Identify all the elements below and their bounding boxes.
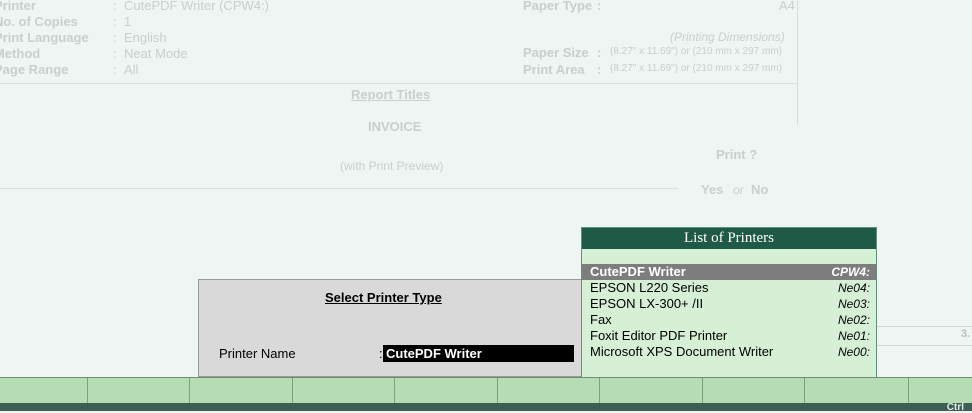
printer-list-popup: List of Printers CutePDF Writer CPW4: EP… — [581, 227, 877, 378]
function-key-button[interactable] — [293, 378, 395, 404]
print-area-value: (8.27" x 11.69") or (210 mm x 297 mm) — [610, 63, 782, 74]
config-label: Method — [0, 46, 41, 61]
config-value: 1 — [124, 14, 132, 29]
config-colon: : — [113, 46, 117, 61]
report-subtitle[interactable]: (with Print Preview) — [340, 159, 443, 173]
config-row-page-range: Page Range : All — [0, 62, 500, 78]
config-value: CutePDF Writer (CPW4:) — [124, 0, 269, 13]
printing-dimensions-note: (Printing Dimensions) — [670, 30, 785, 44]
function-key-button[interactable] — [395, 378, 498, 404]
printer-item-code: Ne04: — [837, 281, 870, 295]
ctrl-label: Ctrl — [946, 402, 964, 413]
printer-item-name: Foxit Editor PDF Printer — [590, 328, 728, 343]
report-titles-heading: Report Titles — [351, 87, 431, 102]
function-key-button[interactable] — [805, 378, 909, 404]
title-underline — [0, 188, 678, 189]
print-area-colon: : — [597, 62, 602, 77]
print-yes-option[interactable]: Yes — [701, 182, 723, 197]
paper-size-label: Paper Size — [523, 45, 589, 60]
printer-item-name: EPSON L220 Series — [590, 280, 709, 295]
printer-item-name: CutePDF Writer — [590, 264, 686, 279]
config-label: Printer — [0, 0, 36, 13]
printer-list-item[interactable]: Foxit Editor PDF Printer Ne01: — [582, 328, 876, 344]
printer-item-code: Ne00: — [837, 345, 870, 359]
config-row-printer: Printer : CutePDF Writer (CPW4:) — [0, 0, 500, 14]
paper-size-value: (8.27" x 11.69") or (210 mm x 297 mm) — [610, 46, 782, 57]
printer-name-input[interactable]: CutePDF Writer — [383, 345, 574, 362]
config-row-method: Method : Neat Mode — [0, 46, 500, 62]
config-colon: : — [113, 30, 117, 45]
printer-list-item[interactable]: CutePDF Writer CPW4: — [582, 264, 876, 280]
config-row-copies: No. of Copies : 1 — [0, 14, 500, 30]
config-colon: : — [113, 0, 117, 13]
printer-item-code: CPW4: — [831, 265, 870, 279]
config-value: All — [124, 62, 139, 77]
function-key-button[interactable] — [703, 378, 805, 404]
config-label: Page Range — [0, 62, 69, 77]
report-title: INVOICE — [368, 119, 422, 134]
printer-list-items: CutePDF Writer CPW4: EPSON L220 Series N… — [582, 264, 876, 360]
config-value: Neat Mode — [124, 46, 188, 61]
config-value: English — [124, 30, 167, 45]
printer-list-item[interactable]: EPSON LX-300+ /II Ne03: — [582, 296, 876, 312]
printer-list-item[interactable]: Microsoft XPS Document Writer Ne00: — [582, 344, 876, 360]
print-no-option[interactable]: No — [751, 182, 768, 197]
printer-item-name: EPSON LX-300+ /II — [590, 296, 704, 311]
config-label: No. of Copies — [0, 14, 78, 29]
printer-item-code: Ne02: — [837, 313, 870, 327]
config-label: Print Language — [0, 30, 89, 45]
printer-item-code: Ne03: — [837, 297, 870, 311]
divider-vertical — [797, 0, 798, 125]
function-key-button[interactable] — [600, 378, 703, 404]
function-key-button[interactable] — [0, 378, 88, 404]
status-bar — [0, 403, 972, 411]
print-question: Print ? — [716, 147, 758, 162]
config-row-language: Print Language : English — [0, 30, 500, 46]
paper-type-value: A4 — [779, 0, 795, 13]
background-field-value: 3. — [960, 328, 970, 340]
background-field-fragment: 3. — [877, 326, 972, 346]
config-colon: : — [113, 62, 117, 77]
paper-size-colon: : — [597, 45, 602, 60]
printer-item-name: Fax — [590, 312, 612, 327]
function-key-button[interactable] — [498, 378, 600, 404]
print-area-label: Print Area — [523, 62, 585, 77]
print-or-text: or — [733, 183, 744, 197]
printer-list-item[interactable]: EPSON L220 Series Ne04: — [582, 280, 876, 296]
printer-list-title: List of Printers — [582, 228, 876, 249]
dialog-title: Select Printer Type — [325, 290, 442, 305]
function-key-button[interactable] — [190, 378, 293, 404]
config-colon: : — [113, 14, 117, 29]
paper-type-label: Paper Type — [523, 0, 593, 13]
paper-type-colon: : — [597, 0, 602, 13]
function-key-button[interactable] — [909, 378, 969, 404]
printer-item-name: Microsoft XPS Document Writer — [590, 344, 774, 359]
printer-item-code: Ne01: — [837, 329, 870, 343]
printer-name-label: Printer Name — [219, 346, 296, 361]
function-key-button[interactable] — [88, 378, 190, 404]
select-printer-dialog: Select Printer Type Printer Name : CuteP… — [198, 279, 584, 377]
printer-list-item[interactable]: Fax Ne02: — [582, 312, 876, 328]
divider-horizontal — [0, 83, 797, 84]
function-key-bar — [0, 377, 972, 404]
